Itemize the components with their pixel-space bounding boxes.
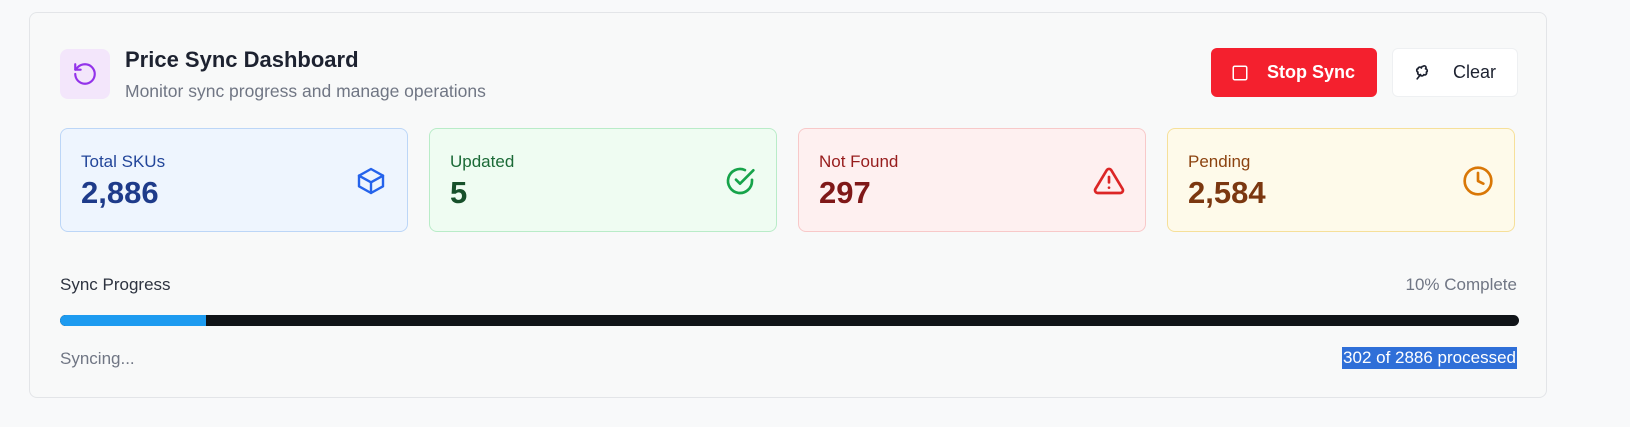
page-title: Price Sync Dashboard	[125, 47, 359, 72]
clear-label: Clear	[1453, 62, 1497, 82]
processed-count-text: 302 of 2886 processed	[1342, 347, 1517, 369]
stat-value: 2,584	[1188, 175, 1266, 210]
stat-label: Total SKUs	[81, 152, 166, 171]
eraser-icon	[1413, 63, 1433, 83]
stat-value: 297	[819, 175, 871, 210]
clear-button[interactable]: Clear	[1392, 48, 1518, 97]
check-circle-icon	[726, 167, 755, 195]
page-subtitle: Monitor sync progress and manage operati…	[125, 81, 486, 101]
stat-card-not-found: Not Found 297	[798, 128, 1146, 232]
stat-label: Not Found	[819, 152, 899, 171]
progress-bar	[60, 315, 1519, 326]
stat-label: Pending	[1188, 152, 1251, 171]
refresh-icon	[60, 49, 110, 99]
stat-card-pending: Pending 2,584	[1167, 128, 1515, 232]
square-stop-icon	[1231, 64, 1249, 82]
stat-card-updated: Updated 5	[429, 128, 777, 232]
progress-bar-fill	[60, 315, 206, 326]
stat-value: 2,886	[81, 175, 159, 210]
progress-percent: 10% Complete	[1405, 275, 1517, 294]
sync-dashboard-card: Price Sync Dashboard Monitor sync progre…	[29, 12, 1547, 398]
alert-triangle-icon	[1093, 167, 1125, 195]
sync-status-text: Syncing...	[60, 349, 135, 368]
progress-label: Sync Progress	[60, 275, 171, 294]
stat-value: 5	[450, 175, 468, 210]
stat-card-total-skus: Total SKUs 2,886	[60, 128, 408, 232]
box-icon	[357, 167, 385, 195]
stop-sync-button[interactable]: Stop Sync	[1211, 48, 1377, 97]
stat-label: Updated	[450, 152, 515, 171]
clock-icon	[1463, 166, 1493, 196]
stop-sync-label: Stop Sync	[1267, 62, 1356, 82]
